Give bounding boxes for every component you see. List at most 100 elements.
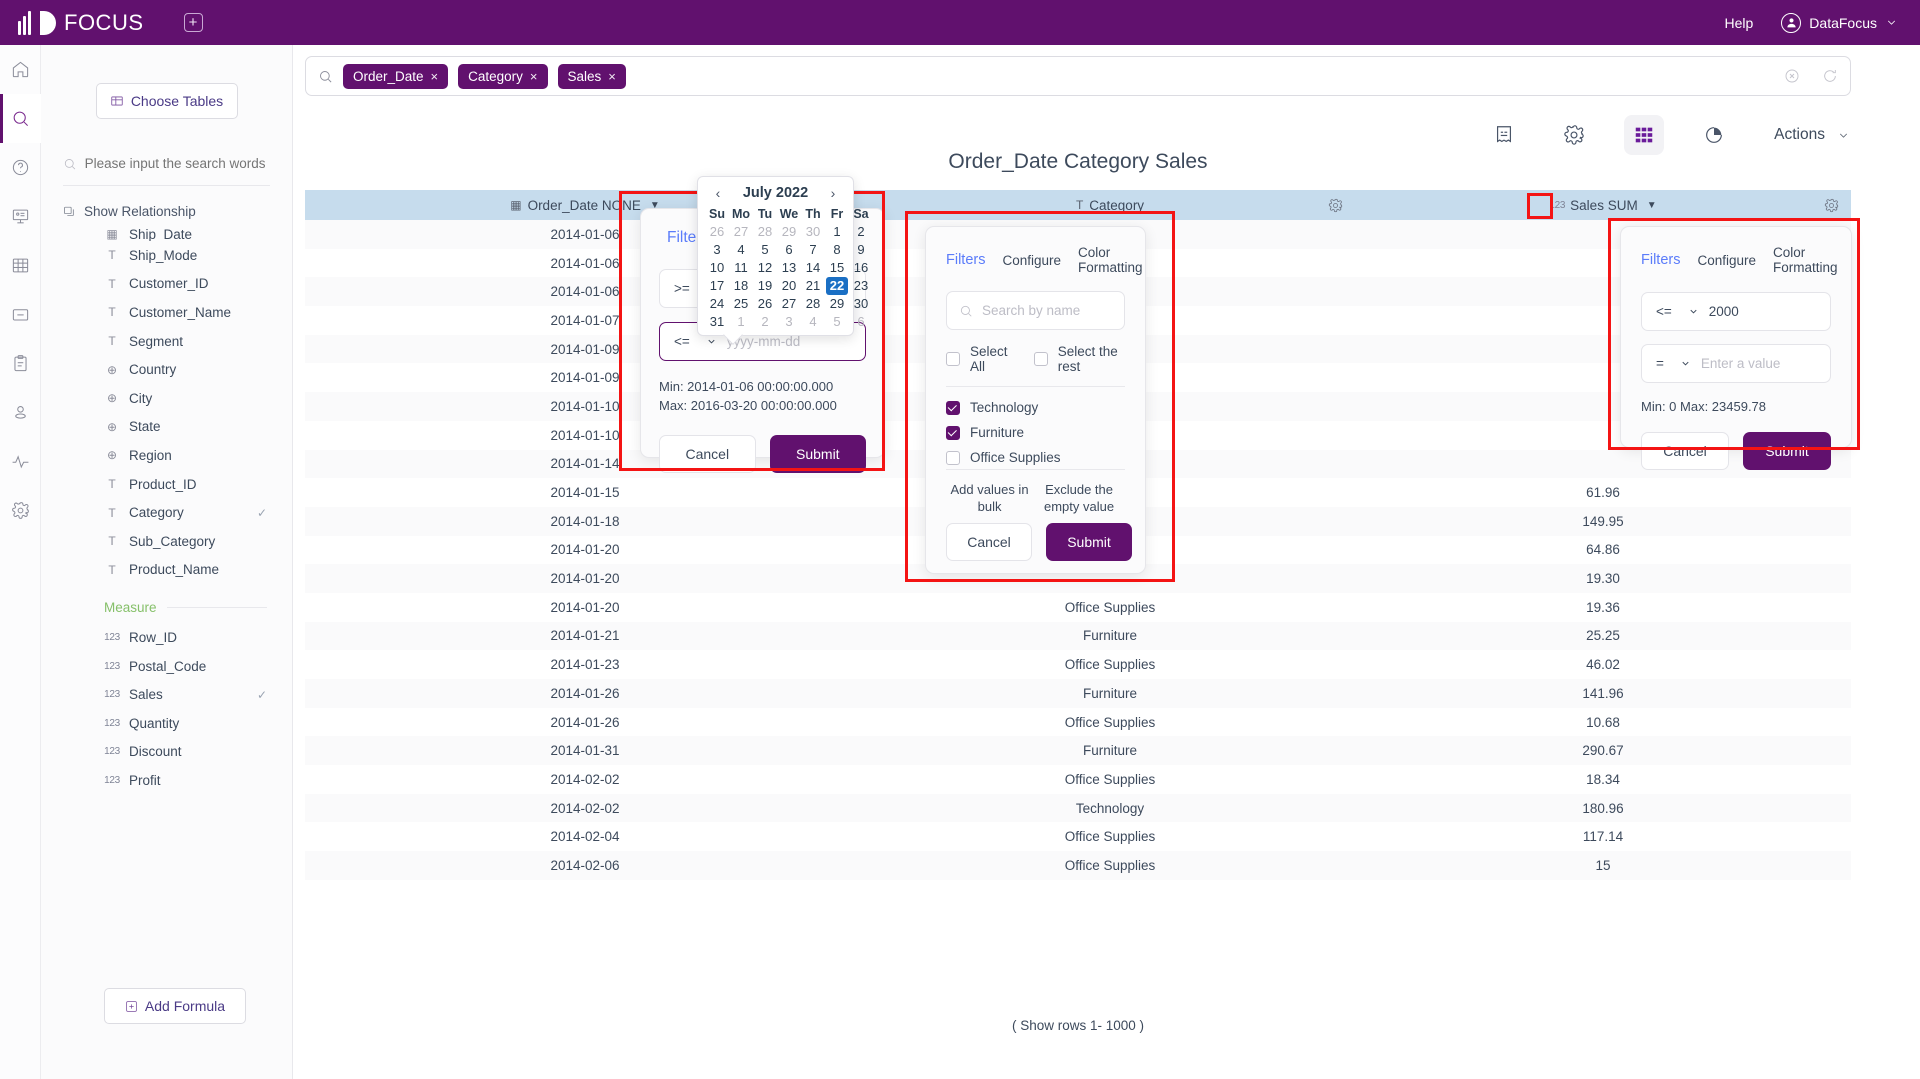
query-chip[interactable]: Category × bbox=[458, 63, 548, 89]
field-search-row[interactable] bbox=[63, 156, 270, 186]
sales-value-2-input[interactable] bbox=[1700, 356, 1878, 371]
tab-filters[interactable]: Filters bbox=[1641, 252, 1680, 268]
date-value-2-input[interactable] bbox=[726, 334, 904, 349]
calendar-day[interactable]: 25 bbox=[730, 295, 752, 313]
rail-item-folder[interactable] bbox=[0, 290, 41, 339]
measure-row[interactable]: 123 Profit bbox=[41, 766, 292, 795]
calendar-day[interactable]: 5 bbox=[826, 313, 848, 331]
caret-down-icon[interactable]: ▼ bbox=[1647, 200, 1657, 211]
calendar-day[interactable]: 20 bbox=[778, 277, 800, 295]
calendar-day[interactable]: 2 bbox=[754, 313, 776, 331]
rail-item-help[interactable] bbox=[0, 143, 41, 192]
calendar-day[interactable]: 17 bbox=[706, 277, 728, 295]
help-link[interactable]: Help bbox=[1725, 15, 1754, 31]
refresh-icon[interactable] bbox=[1822, 68, 1838, 84]
close-icon[interactable]: × bbox=[608, 69, 616, 84]
calendar-day[interactable]: 22 bbox=[826, 277, 848, 295]
calendar-day[interactable]: 4 bbox=[802, 313, 824, 331]
add-tab-button[interactable]: + bbox=[183, 13, 203, 32]
query-search-bar[interactable]: Order_Date × Category × Sales × bbox=[305, 56, 1851, 96]
calendar-day[interactable]: 1 bbox=[826, 223, 848, 241]
calendar-day[interactable]: 16 bbox=[850, 259, 872, 277]
category-option-row[interactable]: Technology bbox=[946, 400, 1125, 415]
settings-button[interactable] bbox=[1554, 115, 1594, 155]
calendar-day[interactable]: 21 bbox=[802, 277, 824, 295]
rail-item-presentation[interactable] bbox=[0, 192, 41, 241]
tab-filters[interactable]: Filters bbox=[946, 252, 985, 268]
tab-configure[interactable]: Configure bbox=[1697, 253, 1756, 268]
rail-item-user[interactable] bbox=[0, 388, 41, 437]
calendar-day[interactable]: 12 bbox=[754, 259, 776, 277]
category-option-row[interactable]: Office Supplies bbox=[946, 450, 1125, 465]
category-option-checkbox[interactable] bbox=[946, 425, 960, 440]
calendar-prev-button[interactable]: ‹ bbox=[710, 185, 726, 201]
calendar-day[interactable]: 11 bbox=[730, 259, 752, 277]
close-icon[interactable]: × bbox=[530, 69, 538, 84]
sales-cancel-button[interactable]: Cancel bbox=[1641, 432, 1730, 470]
measure-row[interactable]: 123 Postal_Code bbox=[41, 652, 292, 681]
column-header-category[interactable]: T Category bbox=[865, 198, 1355, 213]
column-gear-icon[interactable] bbox=[1328, 198, 1343, 213]
field-row[interactable]: ⊕ State bbox=[41, 413, 292, 442]
field-row[interactable]: ▦ Ship_Date bbox=[41, 227, 292, 241]
calendar-day[interactable]: 6 bbox=[850, 313, 872, 331]
calendar-next-button[interactable]: › bbox=[825, 185, 841, 201]
calendar-day[interactable]: 30 bbox=[850, 295, 872, 313]
calendar-day[interactable]: 27 bbox=[730, 223, 752, 241]
calendar-day[interactable]: 3 bbox=[706, 241, 728, 259]
calendar-day[interactable]: 31 bbox=[706, 313, 728, 331]
field-row[interactable]: T Product_ID bbox=[41, 470, 292, 499]
calendar-day[interactable]: 6 bbox=[778, 241, 800, 259]
calendar-day[interactable]: 26 bbox=[706, 223, 728, 241]
field-row[interactable]: ⊕ Region bbox=[41, 441, 292, 470]
clear-icon[interactable] bbox=[1784, 68, 1800, 84]
tab-configure[interactable]: Configure bbox=[1002, 253, 1061, 268]
select-rest-checkbox[interactable] bbox=[1033, 352, 1048, 366]
category-search-box[interactable] bbox=[946, 291, 1159, 330]
select-all-row[interactable]: Select All bbox=[946, 344, 1012, 374]
query-chip[interactable]: Sales × bbox=[557, 63, 626, 89]
exclude-empty-value-link[interactable]: Exclude the empty value bbox=[1033, 481, 1125, 515]
query-chip[interactable]: Order_Date × bbox=[343, 63, 449, 89]
show-relationship-link[interactable]: Show Relationship bbox=[63, 204, 270, 219]
close-icon[interactable]: × bbox=[431, 69, 439, 84]
select-all-checkbox[interactable] bbox=[946, 352, 960, 366]
chart-view-button[interactable] bbox=[1694, 115, 1734, 155]
add-formula-button[interactable]: Add Formula bbox=[104, 988, 246, 1024]
date-picker-calendar[interactable]: ‹ July 2022 › Su Mo Tu We Th Fr Sa 26 27 28 29 30 1… bbox=[697, 176, 869, 345]
calendar-day[interactable]: 7 bbox=[802, 241, 824, 259]
calendar-day[interactable]: 23 bbox=[850, 277, 872, 295]
field-row[interactable]: T Sub_Category bbox=[41, 527, 292, 556]
sales-submit-button[interactable]: Submit bbox=[1743, 432, 1831, 470]
grid-view-button[interactable] bbox=[1624, 115, 1665, 155]
add-values-bulk-link[interactable]: Add values in bulk bbox=[946, 481, 1033, 515]
calendar-day[interactable]: 5 bbox=[754, 241, 776, 259]
measure-row[interactable]: 123 Row_ID bbox=[41, 623, 292, 652]
field-row[interactable]: T Ship_Mode bbox=[41, 241, 292, 270]
category-submit-button[interactable]: Submit bbox=[1046, 523, 1132, 561]
calendar-day[interactable]: 30 bbox=[802, 223, 824, 241]
category-search-input[interactable] bbox=[982, 303, 1159, 318]
rail-item-clipboard[interactable] bbox=[0, 339, 41, 388]
sales-operator-2-select[interactable]: = bbox=[1656, 356, 1691, 371]
calendar-day[interactable]: 15 bbox=[826, 259, 848, 277]
actions-menu-button[interactable]: Actions bbox=[1774, 126, 1850, 144]
tab-color-formatting[interactable]: Color Formatting bbox=[1773, 245, 1838, 275]
calendar-day[interactable]: 8 bbox=[826, 241, 848, 259]
category-option-row[interactable]: Furniture bbox=[946, 425, 1125, 440]
calendar-day[interactable]: 29 bbox=[826, 295, 848, 313]
column-gear-icon[interactable] bbox=[1824, 198, 1839, 213]
calendar-day[interactable]: 13 bbox=[778, 259, 800, 277]
receipt-button[interactable] bbox=[1484, 115, 1524, 155]
sales-condition-1[interactable]: <= bbox=[1641, 292, 1886, 331]
select-rest-row[interactable]: Select the rest bbox=[1033, 344, 1125, 374]
calendar-day[interactable]: 14 bbox=[802, 259, 824, 277]
field-row[interactable]: ⊕ City bbox=[41, 384, 292, 413]
choose-tables-button[interactable]: Choose Tables bbox=[95, 83, 238, 119]
date-cancel-button[interactable]: Cancel bbox=[659, 435, 756, 473]
field-row[interactable]: T Customer_Name bbox=[41, 298, 292, 327]
rail-item-activity[interactable] bbox=[0, 437, 41, 486]
rail-item-home[interactable] bbox=[0, 45, 41, 94]
category-cancel-button[interactable]: Cancel bbox=[946, 523, 1032, 561]
date-operator-2-select[interactable]: <= bbox=[674, 334, 717, 349]
